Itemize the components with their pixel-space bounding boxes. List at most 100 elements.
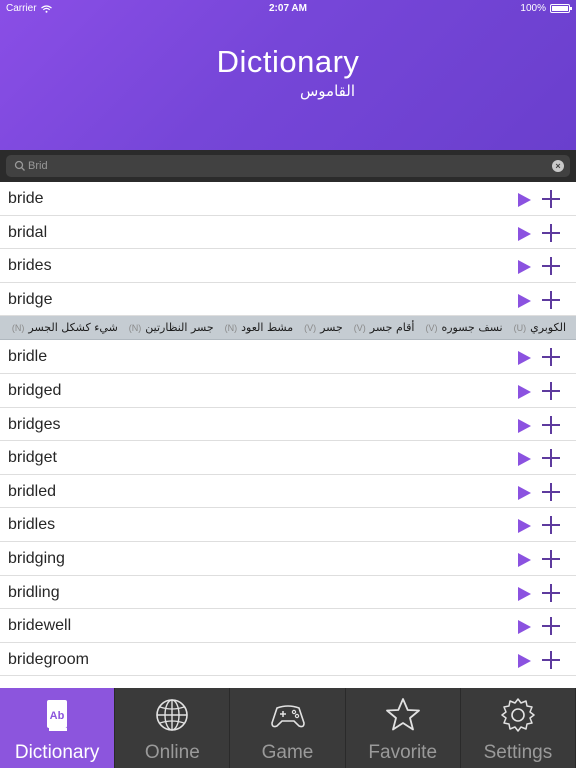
add-favorite-icon[interactable] bbox=[542, 482, 560, 501]
battery-percent: 100% bbox=[520, 3, 546, 14]
word-label: bridling bbox=[8, 583, 60, 601]
play-icon[interactable] bbox=[518, 293, 531, 308]
add-favorite-icon[interactable] bbox=[542, 223, 560, 242]
add-favorite-icon[interactable] bbox=[542, 549, 560, 568]
search-field[interactable]: × bbox=[6, 155, 570, 177]
word-row[interactable]: bridging bbox=[0, 541, 576, 576]
svg-text:Ab: Ab bbox=[50, 710, 65, 722]
status-time: 2:07 AM bbox=[269, 3, 307, 14]
play-icon[interactable] bbox=[518, 552, 531, 567]
add-favorite-icon[interactable] bbox=[542, 583, 560, 602]
add-favorite-icon[interactable] bbox=[542, 290, 560, 309]
word-row[interactable]: bridges bbox=[0, 407, 576, 442]
word-label: bridges bbox=[8, 415, 61, 433]
word-row[interactable]: bridling bbox=[0, 575, 576, 610]
play-icon[interactable] bbox=[518, 226, 531, 241]
tab-game[interactable]: Game bbox=[230, 688, 346, 768]
word-row[interactable]: bridget bbox=[0, 441, 576, 475]
battery-icon bbox=[550, 4, 572, 13]
word-label: bridging bbox=[8, 549, 65, 567]
word-row[interactable]: bridegroom bbox=[0, 642, 576, 677]
translation-text: أقام جسر bbox=[369, 321, 415, 335]
play-icon[interactable] bbox=[518, 193, 531, 207]
word-row[interactable]: bride bbox=[0, 182, 576, 216]
tab-bar: Ab Dictionary Online Game Favorite Settings bbox=[0, 688, 576, 768]
tab-favorite[interactable]: Favorite bbox=[346, 688, 461, 768]
word-row[interactable]: brides bbox=[0, 249, 576, 283]
word-row[interactable]: bridles bbox=[0, 508, 576, 542]
translation-item[interactable]: جسر (V) bbox=[301, 321, 343, 334]
add-favorite-icon[interactable] bbox=[542, 381, 560, 400]
word-label: bridal bbox=[8, 223, 48, 241]
part-of-speech-tag: (N) bbox=[128, 323, 142, 334]
word-label: bridget bbox=[8, 449, 57, 467]
word-row[interactable]: bridged bbox=[0, 373, 576, 408]
word-row[interactable]: bridled bbox=[0, 474, 576, 509]
tab-settings[interactable]: Settings bbox=[461, 688, 576, 768]
part-of-speech-tag: (V) bbox=[304, 323, 317, 334]
search-input[interactable] bbox=[28, 155, 548, 177]
add-favorite-icon[interactable] bbox=[542, 617, 560, 636]
gear-icon bbox=[501, 698, 535, 732]
word-label: brides bbox=[8, 257, 52, 275]
search-icon bbox=[14, 160, 25, 171]
play-icon[interactable] bbox=[518, 620, 531, 635]
translation-item[interactable]: مشط العود (N) bbox=[222, 321, 293, 334]
word-label: bridegroom bbox=[8, 650, 89, 668]
translation-text: شيء كشكل الجسر bbox=[28, 321, 118, 335]
play-icon[interactable] bbox=[518, 260, 531, 275]
play-icon[interactable] bbox=[518, 653, 531, 668]
gamepad-icon bbox=[270, 705, 305, 728]
word-row[interactable]: bridewell bbox=[0, 609, 576, 643]
word-label: bridge bbox=[8, 290, 53, 308]
add-favorite-icon[interactable] bbox=[542, 650, 560, 669]
word-label: bridewell bbox=[8, 617, 72, 635]
part-of-speech-tag: (N) bbox=[224, 323, 238, 334]
play-icon[interactable] bbox=[518, 452, 531, 467]
word-label: bride bbox=[8, 190, 44, 207]
word-row[interactable]: bridge bbox=[0, 282, 576, 317]
translation-item[interactable]: أقام جسر (V) bbox=[351, 321, 415, 334]
add-favorite-icon[interactable] bbox=[542, 516, 560, 535]
translation-item[interactable]: شيء كشكل الجسر (N) bbox=[9, 321, 118, 334]
app-title: Dictionary bbox=[216, 44, 360, 79]
translation-text: مشط العود bbox=[241, 321, 294, 335]
word-label: bridle bbox=[8, 348, 48, 366]
star-icon bbox=[385, 698, 420, 731]
translation-item[interactable]: نسف جسوره (V) bbox=[422, 321, 502, 334]
translation-item[interactable]: جسر النظارتين (N) bbox=[126, 321, 214, 334]
translation-text: جسر النظارتين bbox=[145, 321, 214, 335]
status-bar: Carrier 2:07 AM 100% bbox=[0, 0, 576, 18]
play-icon[interactable] bbox=[518, 519, 531, 534]
tab-label: Online bbox=[144, 742, 200, 763]
add-favorite-icon[interactable] bbox=[542, 348, 560, 367]
word-row[interactable]: bridal bbox=[0, 215, 576, 250]
word-label: bridled bbox=[8, 482, 57, 500]
tab-online[interactable]: Online bbox=[115, 688, 231, 768]
tab-label: Dictionary bbox=[14, 742, 100, 763]
translation-text: نسف جسوره bbox=[441, 321, 503, 335]
play-icon[interactable] bbox=[518, 384, 531, 399]
play-icon[interactable] bbox=[518, 351, 531, 366]
play-icon[interactable] bbox=[518, 586, 531, 601]
translation-item[interactable]: الكوبري (U) bbox=[511, 321, 566, 334]
add-favorite-icon[interactable] bbox=[542, 449, 560, 468]
part-of-speech-tag: (U) bbox=[513, 323, 527, 334]
word-list: bride bridal brides bridge الكوبري (U) نسف جس… bbox=[0, 182, 576, 677]
part-of-speech-tag: (V) bbox=[425, 323, 438, 334]
search-bar: × bbox=[0, 150, 576, 182]
add-favorite-icon[interactable] bbox=[542, 257, 560, 276]
app-subtitle: القاموس bbox=[300, 82, 355, 100]
add-favorite-icon[interactable] bbox=[542, 415, 560, 434]
word-row[interactable]: bridle bbox=[0, 340, 576, 374]
translation-strip: الكوبري (U) نسف جسوره (V) أقام جسر (V) جسر (V) م… bbox=[0, 316, 576, 341]
tab-label: Game bbox=[261, 742, 314, 763]
part-of-speech-tag: (V) bbox=[353, 323, 366, 334]
play-icon[interactable] bbox=[518, 485, 531, 500]
play-icon[interactable] bbox=[518, 418, 531, 433]
tab-dictionary[interactable]: Ab Dictionary bbox=[0, 688, 116, 768]
globe-icon bbox=[156, 699, 189, 731]
word-label: bridged bbox=[8, 381, 62, 399]
add-favorite-icon[interactable] bbox=[542, 190, 560, 208]
clear-search-icon[interactable]: × bbox=[552, 160, 564, 172]
